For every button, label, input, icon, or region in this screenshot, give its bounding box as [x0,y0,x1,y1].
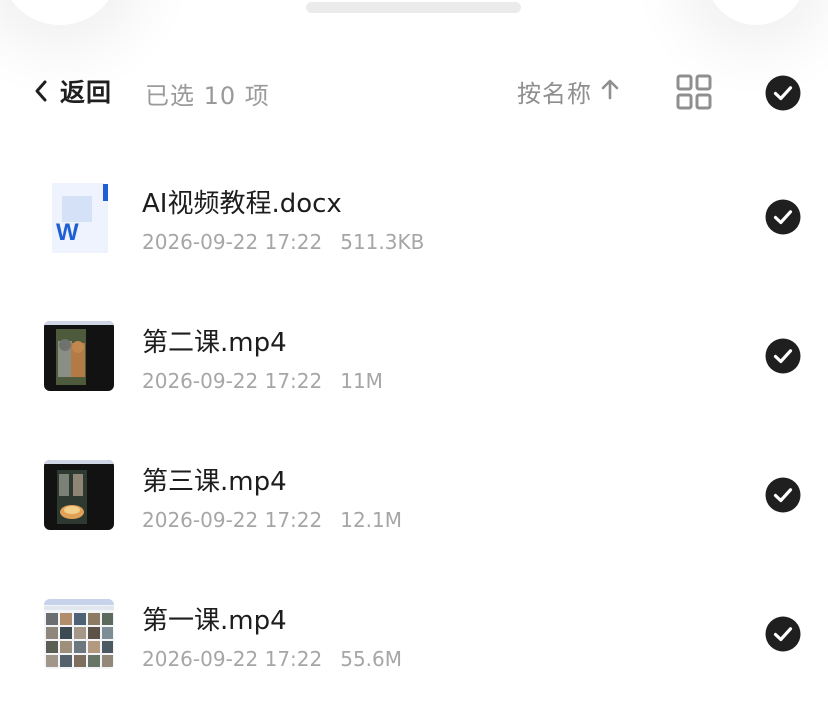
file-name: 第二课.mp4 [142,328,287,358]
file-size: 511.3KB [340,230,425,254]
list-item[interactable]: 第二课.mp4 2026-09-22 17:22 11M [0,289,828,427]
file-name: 第一课.mp4 [142,606,287,636]
video-thumbnail [44,460,114,530]
word-doc-icon: W [46,182,112,254]
top-left-decoration [0,0,120,25]
chevron-left-icon [34,79,48,103]
file-date: 2026-09-22 17:22 [142,369,323,393]
file-date: 2026-09-22 17:22 [142,647,323,671]
sort-label: 按名称 [517,79,592,108]
video-thumbnail [44,599,114,669]
file-date: 2026-09-22 17:22 [142,230,323,254]
file-name: 第三课.mp4 [142,467,287,497]
file-size: 11M [340,369,383,393]
svg-text:W: W [56,219,79,246]
video-thumbnail [44,321,114,391]
list-item[interactable]: W AI视频教程.docx 2026-09-22 17:22 511.3KB [0,150,828,288]
back-label: 返回 [60,78,113,107]
list-item[interactable]: 第一课.mp4 2026-09-22 17:22 55.6M [0,567,828,705]
top-right-decoration [706,0,806,25]
sort-by-name-button[interactable]: 按名称 [517,74,620,108]
file-name: AI视频教程.docx [142,189,342,219]
item-checkbox[interactable] [765,616,801,652]
selected-count: 已选 10 项 [145,82,270,110]
select-all-checkbox[interactable] [765,75,801,111]
list-item[interactable]: 第三课.mp4 2026-09-22 17:22 12.1M [0,428,828,566]
item-checkbox[interactable] [765,338,801,374]
selection-header: 返回 已选 10 项 按名称 [0,60,828,122]
file-meta: 2026-09-22 17:22 12.1M [142,508,402,532]
arrow-up-icon [592,77,620,105]
grid-view-icon[interactable] [676,74,712,110]
item-checkbox[interactable] [765,477,801,513]
file-size: 55.6M [340,647,403,671]
item-checkbox[interactable] [765,199,801,235]
back-button[interactable]: 返回 [34,74,112,108]
file-size: 12.1M [340,508,403,532]
sheet-grabber[interactable] [306,2,521,13]
file-meta: 2026-09-22 17:22 511.3KB [142,230,424,254]
file-select-screen: 返回 已选 10 项 按名称 W AI视频教程.docx 2026-09-22 … [0,0,828,718]
file-meta: 2026-09-22 17:22 11M [142,369,383,393]
file-meta: 2026-09-22 17:22 55.6M [142,647,402,671]
file-date: 2026-09-22 17:22 [142,508,323,532]
